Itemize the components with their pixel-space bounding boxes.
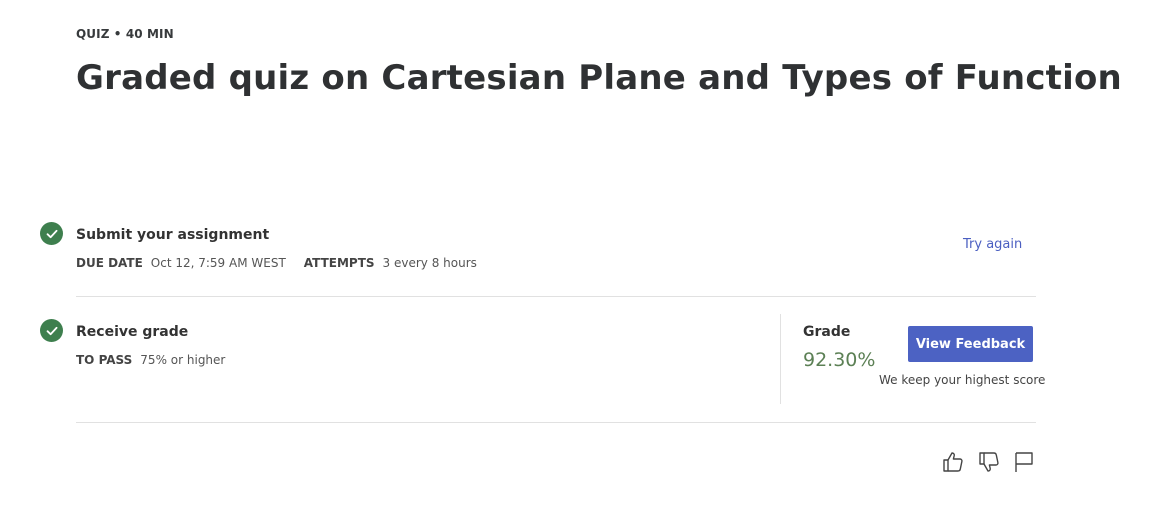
quiz-meta: QUIZ • 40 MIN — [76, 27, 174, 41]
due-date-label: DUE DATE — [76, 256, 143, 270]
page-title: Graded quiz on Cartesian Plane and Types… — [76, 58, 1122, 98]
attempts-value: 3 every 8 hours — [382, 256, 477, 270]
grade-step-title: Receive grade — [76, 324, 189, 340]
to-pass-value: 75% or higher — [140, 353, 226, 367]
attempts-label: ATTEMPTS — [303, 256, 375, 270]
try-again-link[interactable]: Try again — [963, 237, 1022, 252]
quiz-page: QUIZ • 40 MIN Graded quiz on Cartesian P… — [0, 0, 1154, 523]
to-pass-label: TO PASS — [76, 353, 133, 367]
grade-step-info: TO PASS 75% or higher — [76, 353, 243, 367]
flag-icon[interactable] — [1012, 450, 1036, 474]
check-circle-icon — [40, 222, 63, 245]
check-circle-icon — [40, 319, 63, 342]
divider — [76, 422, 1036, 423]
view-feedback-button[interactable]: View Feedback — [908, 326, 1033, 362]
grade-label: Grade — [803, 324, 851, 340]
divider — [76, 296, 1036, 297]
thumbs-up-icon[interactable] — [941, 450, 965, 474]
grade-value: 92.30% — [803, 349, 876, 371]
submit-step-title: Submit your assignment — [76, 227, 270, 243]
submit-step-info: DUE DATE Oct 12, 7:59 AM WEST ATTEMPTS 3… — [76, 256, 495, 270]
highest-score-note: We keep your highest score — [879, 373, 1046, 387]
due-date-value: Oct 12, 7:59 AM WEST — [150, 256, 286, 270]
thumbs-down-icon[interactable] — [977, 450, 1001, 474]
vertical-divider — [780, 314, 781, 404]
